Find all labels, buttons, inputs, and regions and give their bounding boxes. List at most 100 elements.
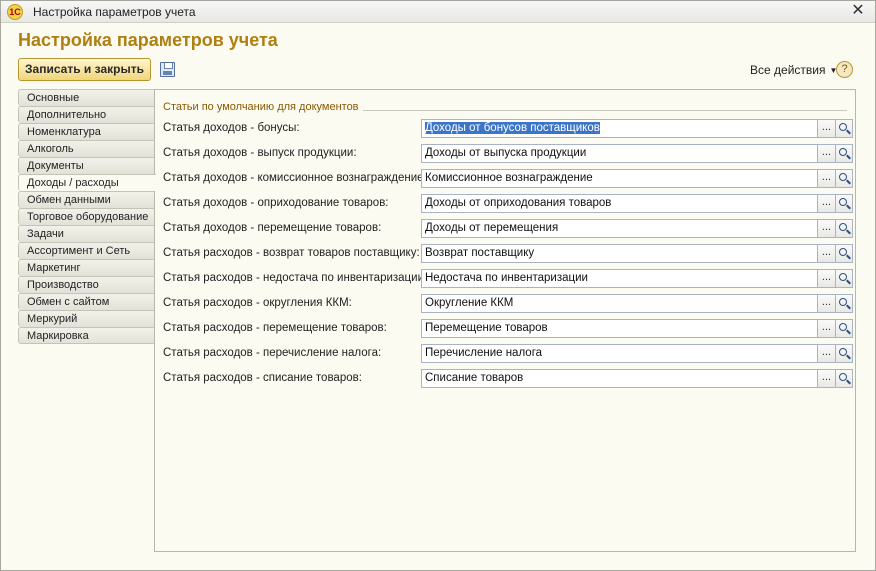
select-from-list-button[interactable]: ...	[818, 244, 836, 263]
group-title: Статьи по умолчанию для документов	[163, 101, 363, 113]
form-row: Статья доходов - комиссионное вознагражд…	[163, 169, 853, 189]
form-row: Статья расходов - возврат товаров постав…	[163, 244, 853, 264]
sidebar-tab[interactable]: Ассортимент и Сеть	[18, 242, 155, 259]
search-icon[interactable]	[836, 369, 853, 388]
search-icon[interactable]	[836, 269, 853, 288]
select-from-list-button[interactable]: ...	[818, 119, 836, 138]
reference-field[interactable]: Комиссионное вознаграждение	[421, 169, 818, 188]
select-from-list-button[interactable]: ...	[818, 319, 836, 338]
reference-field[interactable]: Доходы от перемещения	[421, 219, 818, 238]
sidebar-tab[interactable]: Дополнительно	[18, 106, 155, 123]
search-handle	[846, 179, 851, 185]
search-icon[interactable]	[836, 219, 853, 238]
reference-field[interactable]: Округление ККМ	[421, 294, 818, 313]
sidebar-tab[interactable]: Номенклатура	[18, 123, 155, 140]
all-actions-menu[interactable]: Все действия ▼	[750, 63, 837, 77]
field-value: Доходы от бонусов поставщиков	[425, 122, 600, 134]
search-icon[interactable]	[836, 344, 853, 363]
save-and-close-button[interactable]: Записать и закрыть	[18, 58, 151, 81]
reference-field[interactable]: Перемещение товаров	[421, 319, 818, 338]
search-handle	[846, 354, 851, 360]
form-row: Статья доходов - выпуск продукции: Доходы…	[163, 144, 853, 164]
sidebar-tab[interactable]: Задачи	[18, 225, 155, 242]
select-from-list-button[interactable]: ...	[818, 269, 836, 288]
field-value: Перемещение товаров	[425, 322, 548, 334]
select-from-list-button[interactable]: ...	[818, 294, 836, 313]
reference-field[interactable]: Перечисление налога	[421, 344, 818, 363]
search-icon[interactable]	[836, 294, 853, 313]
field-label: Статья расходов - недостача по инвентари…	[163, 272, 428, 284]
sidebar-tab[interactable]: Меркурий	[18, 310, 155, 327]
field-label: Статья расходов - возврат товаров постав…	[163, 247, 420, 259]
save-icon[interactable]	[160, 62, 175, 77]
search-handle	[846, 304, 851, 310]
form-row: Статья расходов - недостача по инвентари…	[163, 269, 853, 289]
sidebar-tabs: Основные Дополнительно Номенклатура Алкогол…	[18, 89, 156, 344]
field-label: Статья доходов - оприходование товаров:	[163, 197, 389, 209]
search-handle	[846, 279, 851, 285]
field-label: Статья расходов - перемещение товаров:	[163, 322, 387, 334]
select-from-list-button[interactable]: ...	[818, 169, 836, 188]
field-label: Статья расходов - списание товаров:	[163, 372, 362, 384]
field-value: Списание товаров	[425, 372, 524, 384]
form-row: Статья доходов - бонусы: Доходы от бонусо…	[163, 119, 853, 139]
field-value: Округление ККМ	[425, 297, 514, 309]
field-value: Возврат поставщику	[425, 247, 535, 259]
reference-field[interactable]: Списание товаров	[421, 369, 818, 388]
reference-field[interactable]: Доходы от выпуска продукции	[421, 144, 818, 163]
field-value: Доходы от выпуска продукции	[425, 147, 587, 159]
title-bar: 1С Настройка параметров учета ✕	[1, 1, 875, 23]
app-logo-icon: 1С	[7, 4, 23, 20]
form-row: Статья доходов - перемещение товаров: Дох…	[163, 219, 853, 239]
all-actions-label: Все действия	[750, 63, 826, 77]
sidebar-tab[interactable]: Доходы / расходы	[18, 174, 156, 191]
settings-window: 1С Настройка параметров учета ✕ Настройк…	[0, 0, 876, 571]
sidebar-tab[interactable]: Алкоголь	[18, 140, 155, 157]
search-icon[interactable]	[836, 244, 853, 263]
reference-field[interactable]: Доходы от бонусов поставщиков	[421, 119, 818, 138]
page-title: Настройка параметров учета	[18, 30, 278, 50]
search-icon[interactable]	[836, 194, 853, 213]
field-label: Статья расходов - округления ККМ:	[163, 297, 352, 309]
sidebar-tab[interactable]: Обмен с сайтом	[18, 293, 155, 310]
field-value: Доходы от оприходования товаров	[425, 197, 612, 209]
reference-field[interactable]: Недостача по инвентаризации	[421, 269, 818, 288]
select-from-list-button[interactable]: ...	[818, 194, 836, 213]
sidebar-tab[interactable]: Маркировка	[18, 327, 155, 344]
field-label: Статья доходов - комиссионное вознагражд…	[163, 172, 427, 184]
search-handle	[846, 229, 851, 235]
sidebar-tab[interactable]: Документы	[18, 157, 155, 174]
form-row: Статья расходов - перечисление налога: Пе…	[163, 344, 853, 364]
select-from-list-button[interactable]: ...	[818, 219, 836, 238]
sidebar-tab[interactable]: Основные	[18, 89, 155, 106]
field-value: Комиссионное вознаграждение	[425, 172, 593, 184]
form-row: Статья доходов - оприходование товаров: Д…	[163, 194, 853, 214]
help-icon[interactable]: ?	[836, 61, 853, 78]
sidebar-tab[interactable]: Производство	[18, 276, 155, 293]
field-label: Статья доходов - выпуск продукции:	[163, 147, 357, 159]
sidebar-tab[interactable]: Торговое оборудование	[18, 208, 155, 225]
field-label: Статья доходов - перемещение товаров:	[163, 222, 382, 234]
search-icon[interactable]	[836, 319, 853, 338]
search-handle	[846, 254, 851, 260]
search-icon[interactable]	[836, 169, 853, 188]
sidebar-tab[interactable]: Обмен данными	[18, 191, 155, 208]
close-icon[interactable]: ✕	[849, 2, 867, 20]
field-label: Статья расходов - перечисление налога:	[163, 347, 382, 359]
sidebar-tab[interactable]: Маркетинг	[18, 259, 155, 276]
search-handle	[846, 129, 851, 135]
select-from-list-button[interactable]: ...	[818, 144, 836, 163]
reference-field[interactable]: Возврат поставщику	[421, 244, 818, 263]
select-from-list-button[interactable]: ...	[818, 344, 836, 363]
search-icon[interactable]	[836, 119, 853, 138]
form-row: Статья расходов - округления ККМ: Округле…	[163, 294, 853, 314]
select-from-list-button[interactable]: ...	[818, 369, 836, 388]
window-title: Настройка параметров учета	[33, 5, 196, 19]
form-row: Статья расходов - перемещение товаров: Пе…	[163, 319, 853, 339]
field-label: Статья доходов - бонусы:	[163, 122, 300, 134]
search-handle	[846, 204, 851, 210]
reference-field[interactable]: Доходы от оприходования товаров	[421, 194, 818, 213]
form-row: Статья расходов - списание товаров: Списа…	[163, 369, 853, 389]
search-handle	[846, 154, 851, 160]
search-icon[interactable]	[836, 144, 853, 163]
